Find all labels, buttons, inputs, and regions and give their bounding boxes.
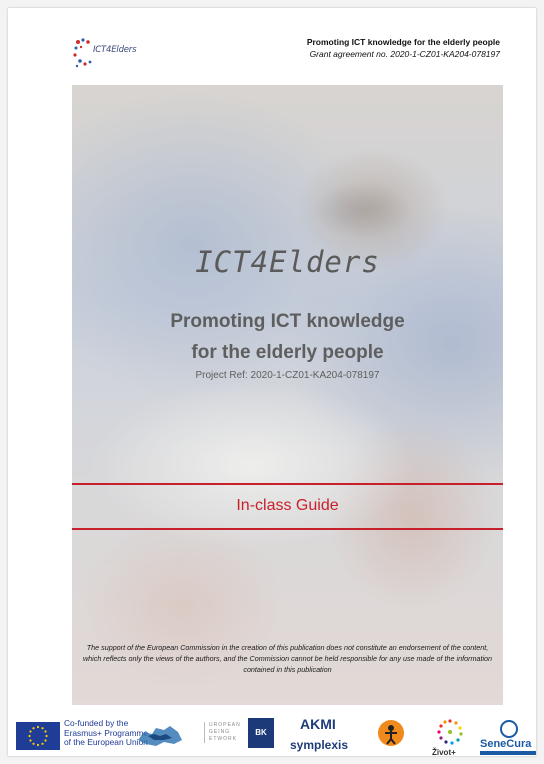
ict4elders-logo: ICT4Elders <box>72 36 152 76</box>
eu-flag-logo <box>16 722 60 750</box>
europe-map-logo <box>134 722 186 750</box>
senecura-icon <box>500 720 518 738</box>
cover-title: ICT4Elders <box>195 245 380 279</box>
bk-logo: BK <box>248 718 274 748</box>
senecura-bar <box>480 751 536 755</box>
cover-subtitle-line1: Promoting ICT knowledge <box>170 311 405 332</box>
ean-line2: GEING <box>209 729 231 735</box>
ec-disclaimer: The support of the European Commission i… <box>82 643 493 674</box>
document-header: Promoting ICT knowledge for the elderly … <box>307 36 500 60</box>
cover-image: ICT4Elders Promoting ICT knowledge for t… <box>72 85 503 705</box>
zivot-text: Život+ <box>432 748 456 757</box>
project-reference: Project Ref: 2020-1-CZ01-KA204-078197 <box>195 370 380 381</box>
header-title: Promoting ICT knowledge for the elderly … <box>306 37 500 47</box>
header-grant: Grant agreement no. 2020-1-CZ01-KA204-07… <box>309 49 500 59</box>
ean-line3: ETWORK <box>209 736 237 742</box>
document-page: ICT4Elders Promoting ICT knowledge for t… <box>8 8 536 756</box>
cover-subtitle-line2: for the elderly people <box>191 342 384 363</box>
ageing-network-logo: UROPEAN GEING ETWORK <box>204 722 241 743</box>
cover-overlay <box>72 85 503 705</box>
symplexis-logo: symplexis <box>290 738 349 752</box>
top-rule <box>72 483 503 485</box>
akmi-logo: AKMI <box>300 716 336 732</box>
zivot-dots-logo <box>436 718 464 751</box>
ean-line1: UROPEAN <box>209 722 241 728</box>
guide-label: In-class Guide <box>236 497 339 514</box>
senecura-logo: SeneCura <box>480 738 532 750</box>
partner-circle-logo <box>378 720 404 746</box>
logo-text: ICT4Elders <box>93 45 137 55</box>
bottom-rule <box>72 528 503 530</box>
